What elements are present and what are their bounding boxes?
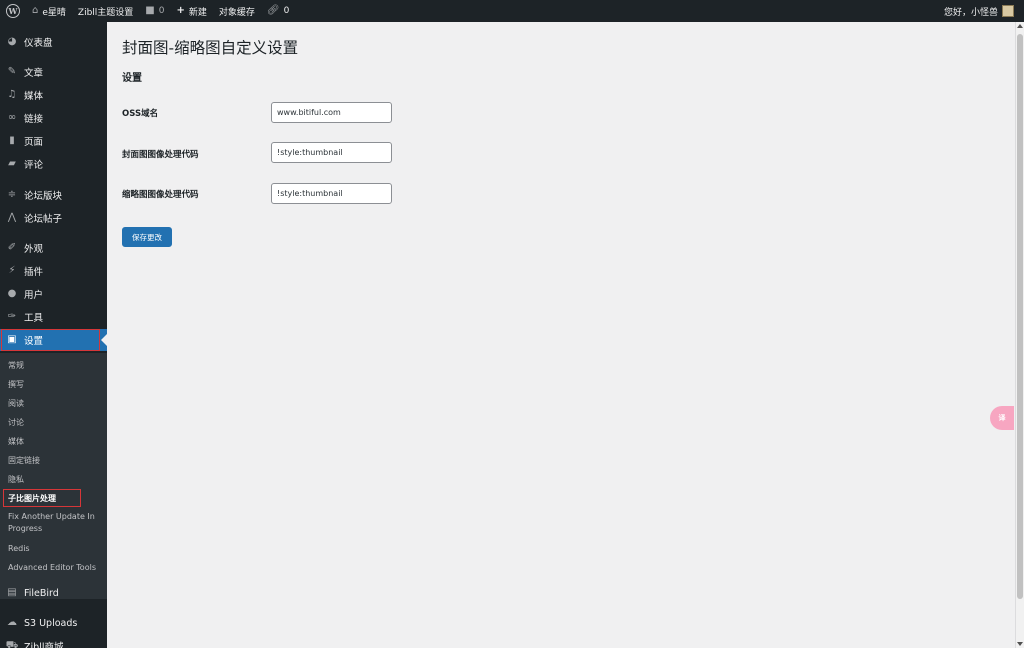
submenu-reading[interactable]: 阅读 bbox=[8, 398, 104, 410]
submenu-fix-another-update[interactable]: Fix Another Update In Progress bbox=[8, 511, 104, 535]
menu-label: 论坛帖子 bbox=[24, 214, 63, 225]
menu-comments[interactable]: ▰ 评论 bbox=[0, 153, 107, 175]
menu-posts[interactable]: ✎ 文章 bbox=[0, 61, 107, 83]
plugin-icon: ⚡︎ bbox=[8, 265, 16, 276]
menu-users[interactable]: ● 用户 bbox=[0, 283, 107, 305]
new-content-menu[interactable]: + 新建 bbox=[170, 0, 212, 22]
theme-settings-link[interactable]: Zibll主题设置 bbox=[72, 0, 139, 22]
comment-icon: ■ bbox=[145, 5, 155, 16]
oss-domain-input[interactable] bbox=[271, 102, 392, 123]
theme-settings-label: Zibll主题设置 bbox=[77, 7, 134, 18]
submenu-advanced-editor-tools[interactable]: Advanced Editor Tools bbox=[8, 562, 104, 574]
object-cache-label: 对象缓存 bbox=[218, 7, 255, 18]
menu-label: 页面 bbox=[24, 137, 44, 148]
menu-zibll-shop[interactable]: ⛟ Zibll商城 bbox=[0, 635, 107, 648]
home-icon: ⌂ bbox=[32, 5, 39, 16]
thumbnail-processing-code-input[interactable] bbox=[271, 183, 392, 204]
user-icon: ● bbox=[7, 288, 17, 299]
menu-label: 媒体 bbox=[24, 91, 44, 102]
links-count: 0 bbox=[283, 6, 290, 16]
brush-icon: ✐ bbox=[7, 242, 17, 253]
settings-submenu: 常规 撰写 阅读 讨论 媒体 固定链接 隐私 子比图片处理 Fix Anothe… bbox=[0, 353, 107, 599]
menu-media[interactable]: ♫ 媒体 bbox=[0, 84, 107, 106]
admin-sidebar: ◕ 仪表盘 ✎ 文章 ♫ 媒体 ∞ 链接 ▮ 页面 ▰ 评论 ≑ 论坛版块 ⋀ … bbox=[0, 22, 107, 648]
section-title: 设置 bbox=[122, 73, 142, 84]
avatar bbox=[1002, 5, 1014, 17]
submenu-discussion[interactable]: 讨论 bbox=[8, 417, 104, 429]
menu-filebird[interactable]: ▤ FileBird bbox=[0, 582, 107, 604]
menu-links[interactable]: ∞ 链接 bbox=[0, 107, 107, 129]
pin-icon: ✎ bbox=[7, 66, 17, 77]
cloud-icon: ☁ bbox=[7, 617, 17, 628]
menu-dashboard[interactable]: ◕ 仪表盘 bbox=[0, 31, 107, 53]
greeting-text: 您好，小怪兽 bbox=[943, 7, 998, 18]
translate-label: 译 bbox=[998, 413, 1006, 422]
link-icon: ∞ bbox=[7, 112, 17, 123]
scroll-up-arrow-icon[interactable] bbox=[1017, 24, 1023, 28]
forum-icon: ≑ bbox=[7, 189, 17, 200]
comments-count: 0 bbox=[158, 6, 165, 16]
scroll-down-arrow-icon[interactable] bbox=[1017, 642, 1023, 646]
shop-icon: ⛟ bbox=[5, 640, 19, 648]
new-label: 新建 bbox=[188, 7, 207, 18]
save-changes-button[interactable]: 保存更改 bbox=[122, 227, 172, 247]
menu-label: Zibll商城 bbox=[24, 642, 64, 648]
site-name: e星晴 bbox=[42, 7, 66, 18]
links-menu[interactable]: 🔗︎ 0 bbox=[261, 0, 295, 22]
scrollbar-thumb[interactable] bbox=[1017, 34, 1023, 599]
menu-tools[interactable]: ✑ 工具 bbox=[0, 306, 107, 328]
menu-label: 用户 bbox=[24, 290, 44, 301]
thumbnail-processing-code-label: 缩略图图像处理代码 bbox=[122, 190, 199, 200]
dashboard-icon: ◕ bbox=[7, 36, 17, 47]
page-scrollbar[interactable] bbox=[1015, 22, 1024, 648]
comments-link[interactable]: ■ 0 bbox=[139, 0, 170, 22]
forum-post-icon: ⋀ bbox=[7, 212, 17, 223]
translate-button[interactable]: 译 bbox=[990, 406, 1014, 430]
submenu-privacy[interactable]: 隐私 bbox=[8, 474, 104, 486]
menu-appearance[interactable]: ✐ 外观 bbox=[0, 237, 107, 259]
site-name-menu[interactable]: ⌂ e星晴 bbox=[26, 0, 72, 22]
object-cache-link[interactable]: 对象缓存 bbox=[213, 0, 261, 22]
comment-icon: ▰ bbox=[8, 158, 16, 169]
menu-forum-posts[interactable]: ⋀ 论坛帖子 bbox=[0, 207, 107, 229]
wp-logo-menu[interactable]: W bbox=[0, 0, 26, 22]
cover-processing-code-input[interactable] bbox=[271, 142, 392, 163]
menu-label: 链接 bbox=[24, 114, 44, 125]
link-icon: 🔗︎ bbox=[266, 5, 280, 16]
page-title: 封面图-缩略图自定义设置 bbox=[122, 39, 299, 57]
menu-pages[interactable]: ▮ 页面 bbox=[0, 130, 107, 152]
wordpress-logo-icon: W bbox=[6, 4, 20, 18]
wrench-icon: ✑ bbox=[7, 311, 17, 322]
filebird-icon: ▤ bbox=[7, 587, 17, 598]
menu-label: 论坛版块 bbox=[24, 191, 63, 202]
zibi-image-highlight-box bbox=[3, 489, 81, 507]
submenu-media[interactable]: 媒体 bbox=[8, 436, 104, 448]
menu-label: 评论 bbox=[24, 160, 44, 171]
menu-label: S3 Uploads bbox=[24, 617, 78, 629]
settings-highlight-box bbox=[1, 329, 100, 351]
page-icon: ▮ bbox=[9, 135, 15, 146]
menu-label: FileBird bbox=[24, 587, 59, 599]
submenu-redis[interactable]: Redis bbox=[8, 543, 104, 555]
oss-domain-label: OSS域名 bbox=[122, 109, 159, 119]
menu-label: 工具 bbox=[24, 313, 44, 324]
my-account-menu[interactable]: 您好，小怪兽 bbox=[938, 0, 1024, 22]
menu-label: 文章 bbox=[24, 68, 44, 79]
admin-bar: W ⌂ e星晴 Zibll主题设置 ■ 0 + 新建 对象缓存 🔗︎ 0 您好，… bbox=[0, 0, 1024, 22]
submenu-permalinks[interactable]: 固定链接 bbox=[8, 455, 104, 467]
menu-label: 仪表盘 bbox=[24, 38, 53, 49]
submenu-general[interactable]: 常规 bbox=[8, 360, 104, 372]
media-icon: ♫ bbox=[7, 89, 17, 100]
menu-plugins[interactable]: ⚡︎ 插件 bbox=[0, 260, 107, 282]
cover-processing-code-label: 封面图图像处理代码 bbox=[122, 150, 199, 160]
menu-forum-sections[interactable]: ≑ 论坛版块 bbox=[0, 184, 107, 206]
menu-label: 插件 bbox=[24, 267, 44, 278]
menu-label: 外观 bbox=[24, 244, 44, 255]
main-content: 封面图-缩略图自定义设置 设置 OSS域名 封面图图像处理代码 缩略图图像处理代… bbox=[107, 22, 1015, 648]
submenu-writing[interactable]: 撰写 bbox=[8, 379, 104, 391]
menu-s3-uploads[interactable]: ☁ S3 Uploads bbox=[0, 612, 107, 634]
plus-icon: + bbox=[176, 5, 185, 16]
